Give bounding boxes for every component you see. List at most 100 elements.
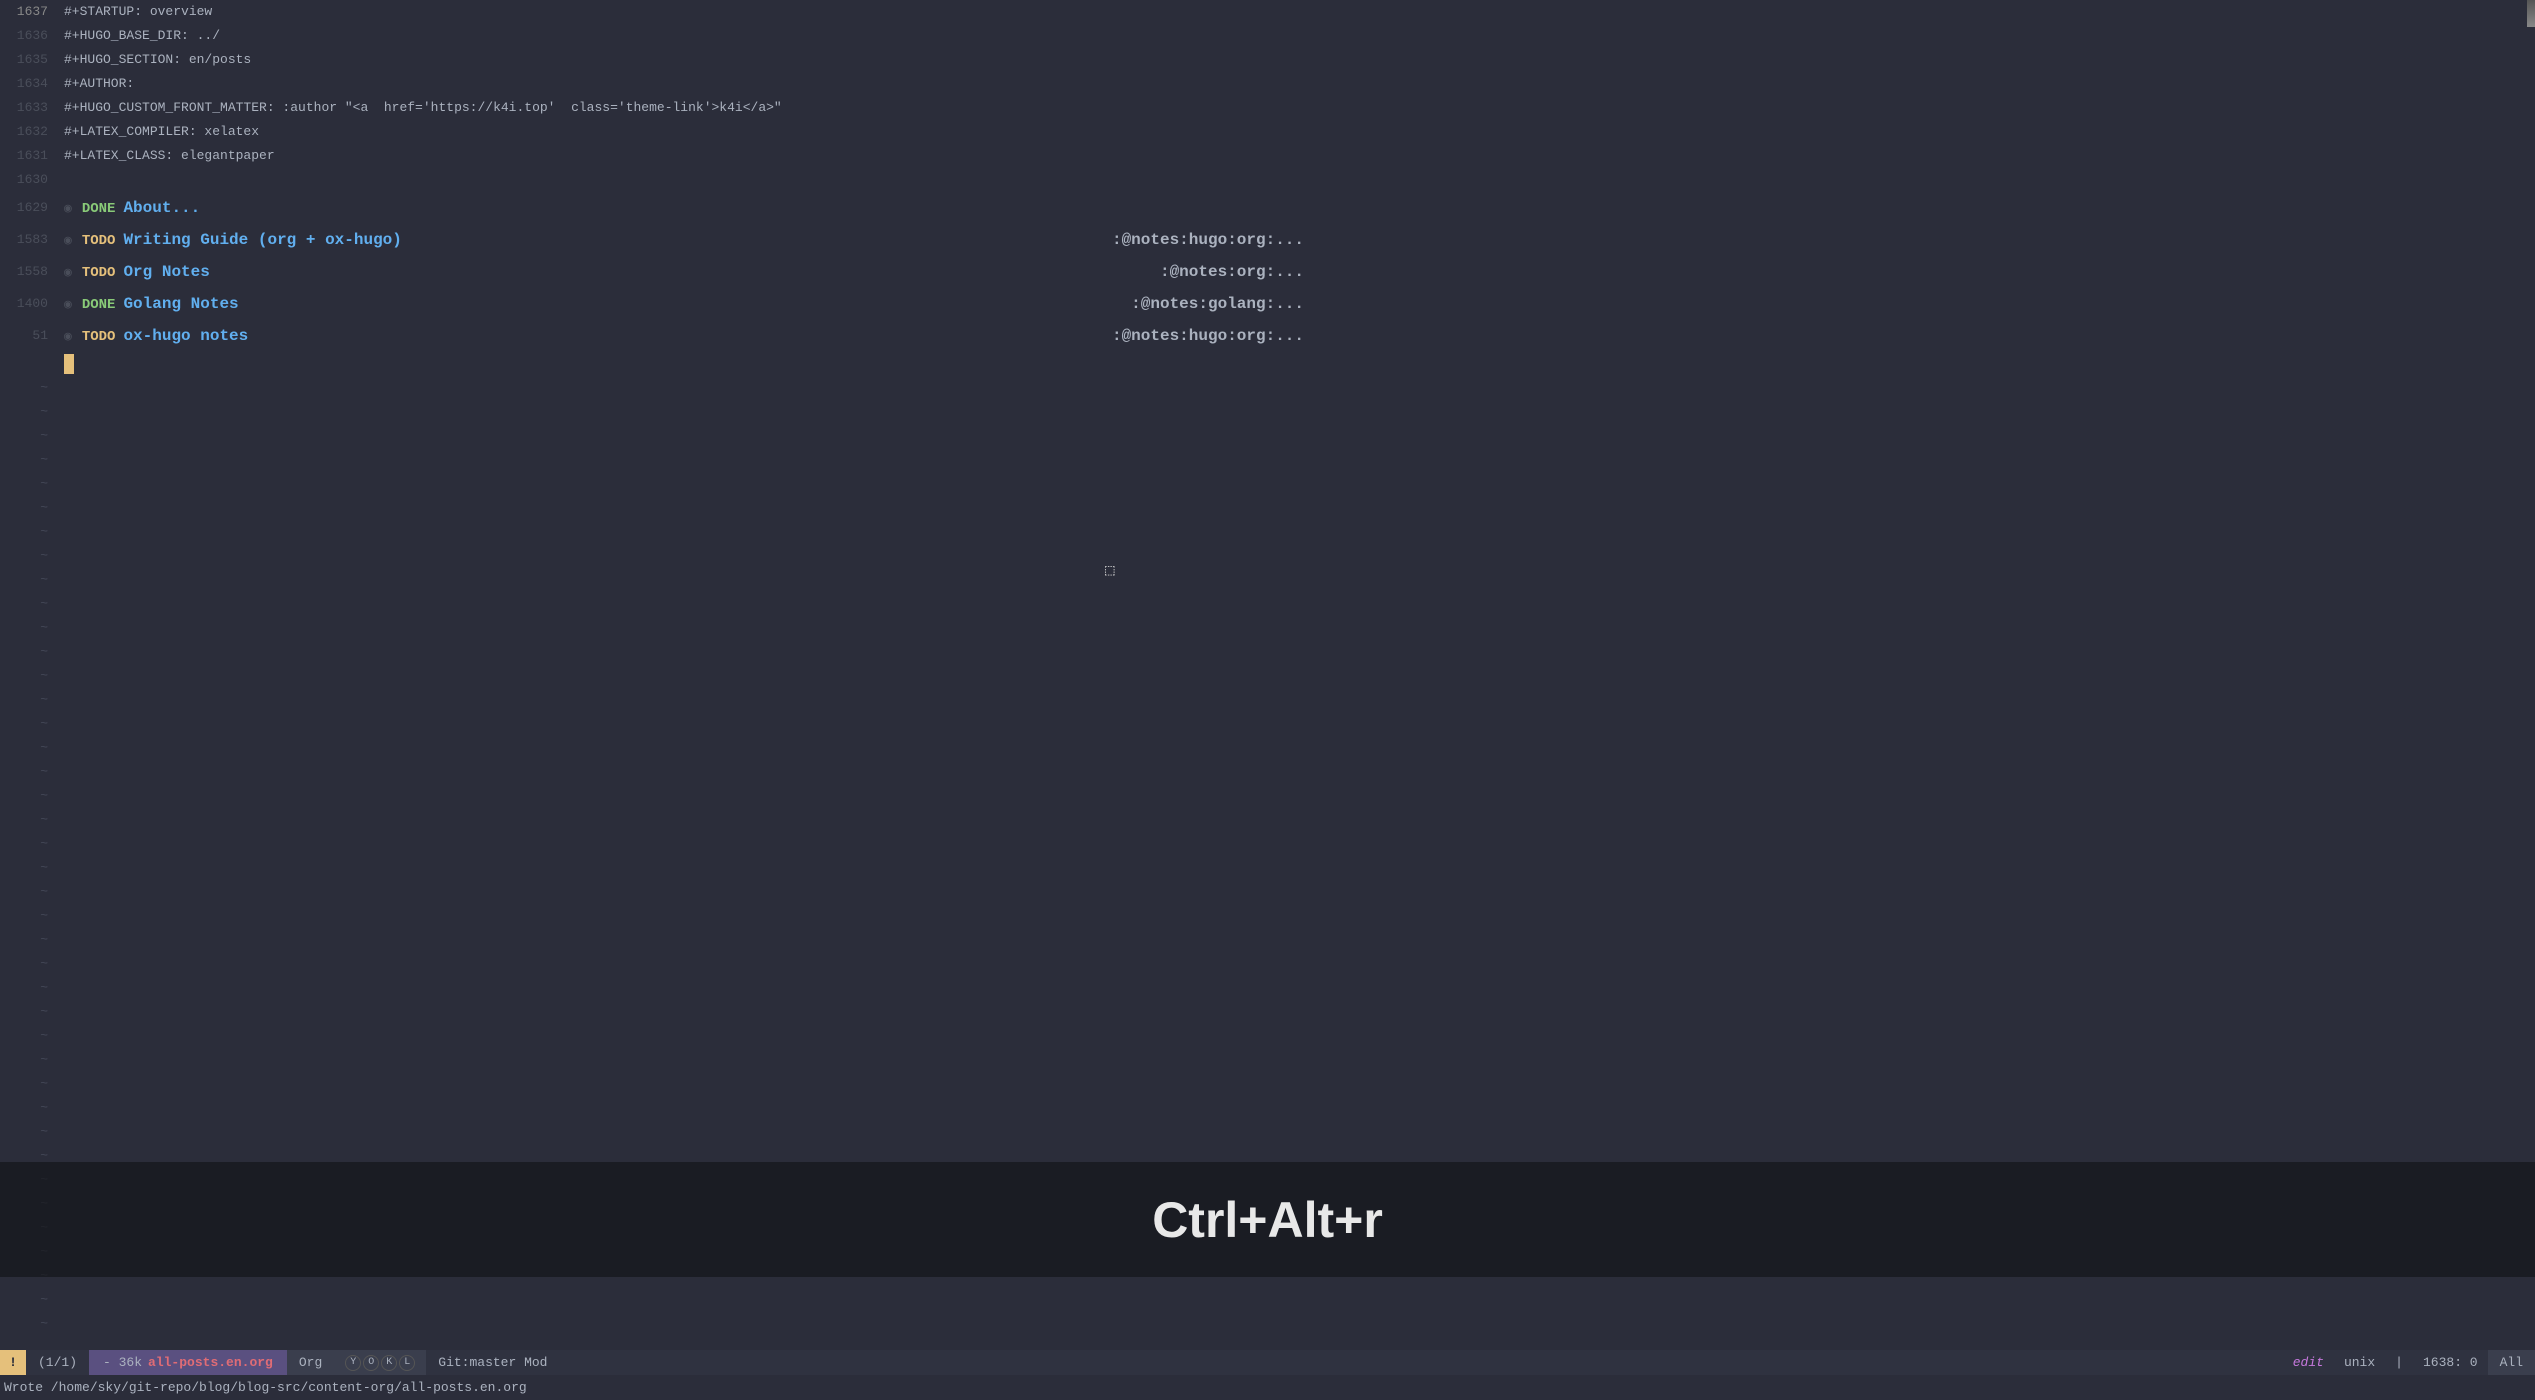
heading-title[interactable]: About... [123,199,200,217]
line-number-gutter: 1637163616351634163316321631163016291583… [0,0,56,1350]
empty-line-tilde: ~ [0,496,48,520]
org-heading[interactable]: ◉ TODO ox-hugo notes :@notes:hugo:org:... [64,320,2535,352]
empty-line-tilde: ~ [0,1312,48,1336]
cursor-line[interactable] [64,352,2535,376]
line-number: 1400 [0,288,48,320]
empty-line-tilde: ~ [0,664,48,688]
todo-state[interactable]: TODO [82,233,116,249]
heading-title[interactable]: Writing Guide (org + ox-hugo) [123,231,401,249]
screencast-key-label: Ctrl+Alt+r [1152,1191,1383,1249]
heading-title[interactable]: Golang Notes [123,295,238,313]
todo-state[interactable]: TODO [82,329,116,345]
org-heading[interactable]: ◉ DONE About... [64,192,2535,224]
line-number: 1631 [0,144,48,168]
buffer-filename: all-posts.en.org [148,1355,273,1370]
todo-state[interactable]: DONE [82,201,116,217]
fold-bullet-icon[interactable]: ◉ [64,329,72,344]
heading-title[interactable]: Org Notes [123,263,209,281]
empty-line-tilde: ~ [0,880,48,904]
empty-line-tilde: ~ [0,976,48,1000]
mode-line-right: edit unix | 1638: 0 All [2283,1350,2535,1375]
todo-state[interactable]: DONE [82,297,116,313]
echo-message: Wrote /home/sky/git-repo/blog/blog-src/c… [4,1380,527,1395]
line-number: 1636 [0,24,48,48]
empty-line-tilde: ~ [0,904,48,928]
warning-badge-icon[interactable]: ! [0,1350,26,1375]
fold-bullet-icon[interactable]: ◉ [64,233,72,248]
org-keyword-line[interactable]: #+LATEX_COMPILER: xelatex [64,120,2535,144]
echo-area: Wrote /home/sky/git-repo/blog/blog-src/c… [0,1375,2535,1400]
empty-line-tilde: ~ [0,1096,48,1120]
scroll-percentage: All [2488,1350,2535,1375]
todo-state[interactable]: TODO [82,265,116,281]
heading-tags[interactable]: :@notes:hugo:org:... [1112,228,1304,253]
org-keyword-line[interactable] [64,168,2535,192]
line-number: 1633 [0,96,48,120]
line-number: 1637 [0,0,48,24]
empty-line-tilde: ~ [0,400,48,424]
screencast-overlay: Ctrl+Alt+r [0,1162,2535,1277]
empty-line-tilde: ~ [0,544,48,568]
buffer-info[interactable]: - 36k all-posts.en.org [89,1350,287,1375]
text-cursor [64,354,74,374]
mode-line-left: ! (1/1) - 36k all-posts.en.org Org YOKL … [0,1350,559,1375]
scrollbar[interactable] [2527,0,2535,1350]
empty-line-tilde: ~ [0,1288,48,1312]
separator: | [2385,1355,2413,1370]
empty-line-tilde: ~ [0,832,48,856]
empty-line-tilde: ~ [0,520,48,544]
line-number: 51 [0,320,48,352]
empty-line-tilde: ~ [0,592,48,616]
major-mode[interactable]: Org [287,1350,334,1375]
encoding: unix [2334,1355,2385,1370]
org-keyword-line[interactable]: #+HUGO_SECTION: en/posts [64,48,2535,72]
org-keyword-line[interactable]: #+HUGO_CUSTOM_FRONT_MATTER: :author "<a … [64,96,2535,120]
line-number: 1635 [0,48,48,72]
empty-line-tilde: ~ [0,424,48,448]
empty-line-tilde: ~ [0,472,48,496]
edit-state: edit [2283,1355,2334,1370]
anzu-position: (1/1) [26,1350,89,1375]
vcs-info[interactable]: Git:master Mod [426,1350,559,1375]
mode-line: ! (1/1) - 36k all-posts.en.org Org YOKL … [0,1350,2535,1375]
empty-line-tilde: ~ [0,784,48,808]
line-number: 1558 [0,256,48,288]
org-keyword-line[interactable]: #+AUTHOR: [64,72,2535,96]
empty-line-tilde: ~ [0,928,48,952]
org-heading[interactable]: ◉ DONE Golang Notes :@notes:golang:... [64,288,2535,320]
fold-bullet-icon[interactable]: ◉ [64,201,72,216]
empty-line-tilde: ~ [0,856,48,880]
line-number: 1629 [0,192,48,224]
empty-line-tilde: ~ [0,1072,48,1096]
empty-line-tilde: ~ [0,568,48,592]
mouse-cursor-icon: ⬚ [1105,560,1115,580]
empty-line-tilde: ~ [0,712,48,736]
empty-line-tilde: ~ [0,808,48,832]
empty-line-tilde: ~ [0,688,48,712]
line-number: 1630 [0,168,48,192]
heading-tags[interactable]: :@notes:golang:... [1131,292,1304,317]
fold-bullet-icon[interactable]: ◉ [64,297,72,312]
line-number: 1632 [0,120,48,144]
empty-line-tilde: ~ [0,736,48,760]
heading-tags[interactable]: :@notes:org:... [1160,260,1304,285]
org-heading[interactable]: ◉ TODO Writing Guide (org + ox-hugo) :@note… [64,224,2535,256]
empty-line-tilde: ~ [0,1048,48,1072]
empty-line-tilde: ~ [0,448,48,472]
empty-line-tilde: ~ [0,1024,48,1048]
code-area[interactable]: #+STARTUP: overview#+HUGO_BASE_DIR: ../#… [56,0,2535,1350]
heading-tags[interactable]: :@notes:hugo:org:... [1112,324,1304,349]
empty-line-tilde: ~ [0,640,48,664]
editor-container: 1637163616351634163316321631163016291583… [0,0,2535,1350]
which-key-hint: YOKL [334,1350,426,1375]
org-keyword-line[interactable]: #+STARTUP: overview [64,0,2535,24]
org-keyword-line[interactable]: #+HUGO_BASE_DIR: ../ [64,24,2535,48]
fold-bullet-icon[interactable]: ◉ [64,265,72,280]
heading-title[interactable]: ox-hugo notes [123,327,248,345]
empty-line-tilde: ~ [0,952,48,976]
cursor-position: 1638: 0 [2413,1355,2488,1370]
buffer-size: - 36k [103,1355,142,1370]
org-heading[interactable]: ◉ TODO Org Notes :@notes:org:... [64,256,2535,288]
empty-line-tilde: ~ [0,1000,48,1024]
org-keyword-line[interactable]: #+LATEX_CLASS: elegantpaper [64,144,2535,168]
